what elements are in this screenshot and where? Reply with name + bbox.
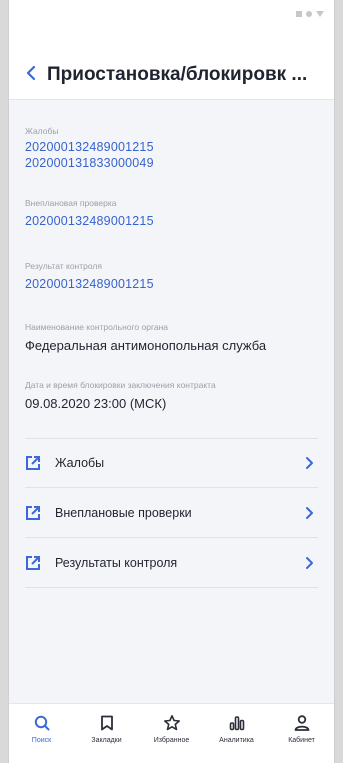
block-datetime-label: Дата и время блокировки заключения контр…: [25, 380, 216, 390]
back-icon[interactable]: [23, 63, 41, 83]
control-result-link[interactable]: 202000132489001215: [25, 276, 318, 292]
tab-favorites[interactable]: Избранное: [139, 704, 204, 763]
chevron-right-icon: [306, 457, 313, 469]
control-body-label: Наименование контрольного органа: [25, 322, 169, 332]
block-datetime-field: Дата и время блокировки заключения контр…: [25, 379, 318, 413]
signal-icon: [296, 11, 302, 17]
nav-row-label: Внеплановые проверки: [55, 505, 192, 520]
tab-bookmarks[interactable]: Закладки: [74, 704, 139, 763]
unscheduled-check-link[interactable]: 202000132489001215: [25, 213, 318, 229]
phone-screen: Приостановка/блокировк ... Жалобы 202000…: [8, 0, 335, 763]
user-icon: [294, 715, 309, 731]
tab-bar: Поиск Закладки Избранное Аналитика Кабин…: [9, 703, 334, 763]
bookmark-icon: [100, 715, 113, 731]
external-link-icon: [26, 505, 40, 520]
nav-row-label: Результаты контроля: [55, 555, 178, 570]
control-body-value: Федеральная антимонопольная служба: [25, 338, 267, 353]
nav-row-complaints[interactable]: Жалобы: [25, 438, 318, 488]
unscheduled-check-label: Внеплановая проверка: [25, 198, 117, 208]
block-datetime-value: 09.08.2020 23:00 (МСК): [25, 396, 167, 411]
complaint-link[interactable]: 202000131833000049: [25, 155, 318, 171]
complaints-field: Жалобы 202000132489001215 20200013183300…: [25, 125, 318, 171]
status-icons: [296, 11, 324, 17]
control-body-field: Наименование контрольного органа Федерал…: [25, 321, 318, 355]
chevron-right-icon: [306, 556, 313, 569]
tab-label: Поиск: [31, 737, 52, 744]
external-link-icon: [26, 456, 40, 470]
complaints-label: Жалобы: [25, 126, 59, 136]
tab-account[interactable]: Кабинет: [269, 704, 334, 763]
tab-label: Избранное: [153, 737, 190, 744]
tab-label: Кабинет: [288, 737, 315, 744]
unscheduled-check-field: Внеплановая проверка 202000132489001215: [25, 197, 318, 229]
tab-search[interactable]: Поиск: [9, 704, 74, 763]
complaint-link[interactable]: 202000132489001215: [25, 139, 318, 155]
search-icon: [34, 715, 49, 731]
wifi-icon: [306, 11, 312, 17]
tab-label: Аналитика: [219, 737, 254, 744]
control-result-field: Результат контроля 202000132489001215: [25, 260, 318, 292]
content: Жалобы 202000132489001215 20200013183300…: [9, 101, 334, 703]
external-link-icon: [26, 555, 40, 570]
battery-icon: [316, 11, 324, 17]
tab-label: Закладки: [91, 737, 122, 744]
header: Приостановка/блокировк ...: [9, 50, 334, 100]
nav-row-unscheduled-checks[interactable]: Внеплановые проверки: [25, 488, 318, 538]
star-icon: [163, 715, 180, 731]
chevron-right-icon: [306, 506, 313, 519]
page-title: Приостановка/блокировк ...: [47, 64, 308, 85]
chart-icon: [229, 716, 244, 731]
tab-analytics[interactable]: Аналитика: [204, 704, 269, 763]
status-bar: [9, 0, 334, 50]
nav-row-label: Жалобы: [55, 456, 105, 470]
control-result-label: Результат контроля: [25, 261, 102, 271]
nav-row-control-results[interactable]: Результаты контроля: [25, 538, 318, 588]
